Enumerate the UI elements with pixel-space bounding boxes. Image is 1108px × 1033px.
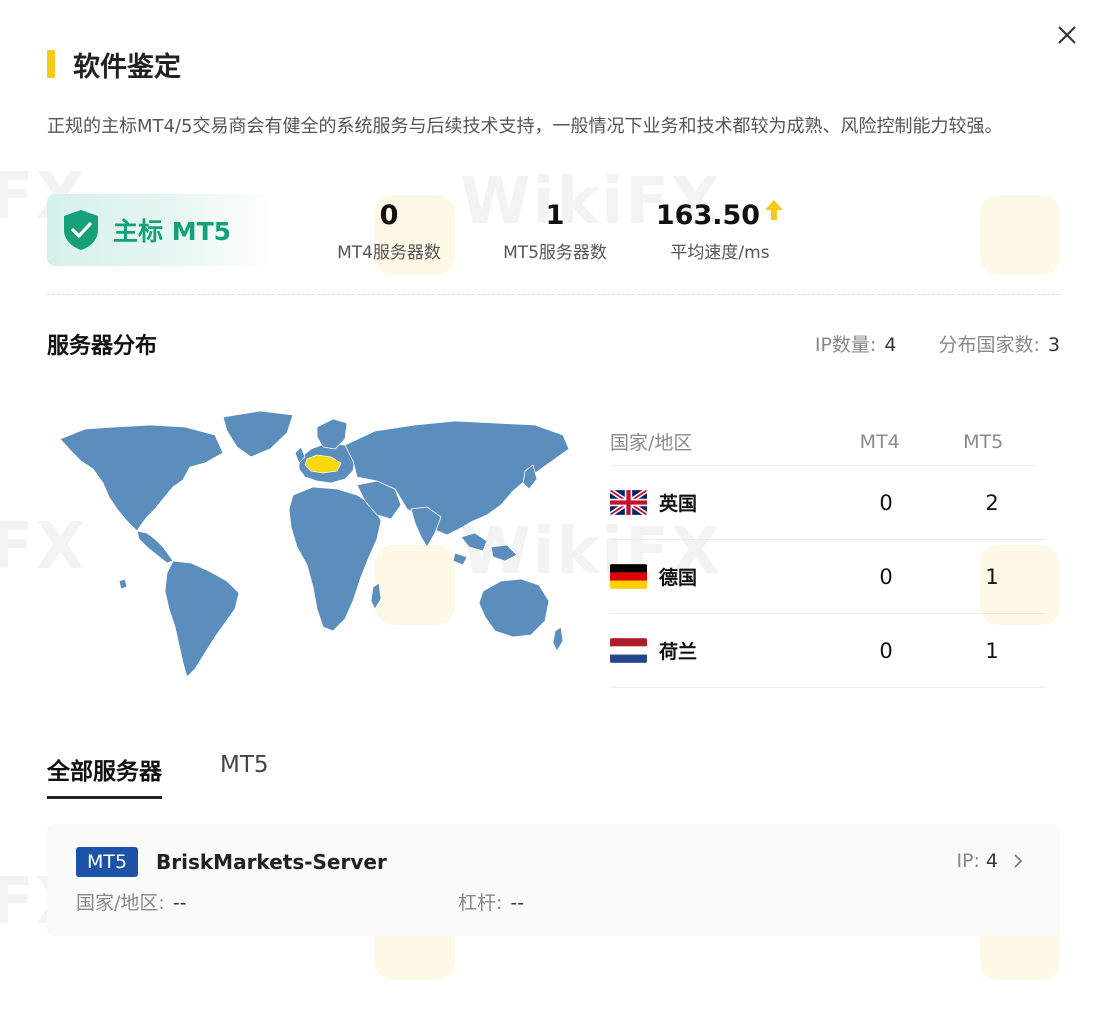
badge-label: 主标 MT5 xyxy=(113,217,232,246)
header-mt5: MT5 xyxy=(963,430,1004,453)
germany-flag-icon xyxy=(610,564,647,589)
country-count-value: 3 xyxy=(1047,334,1060,356)
world-map[interactable] xyxy=(55,405,575,680)
country-name: 英国 xyxy=(659,493,698,515)
netherlands-flag-icon xyxy=(610,638,647,663)
stat-label: MT5服务器数 xyxy=(503,243,607,263)
country-count-label: 分布国家数: xyxy=(938,334,1040,356)
map-africa xyxy=(288,486,382,632)
stat-value-row: 163.50 xyxy=(645,198,795,234)
table-row: 英国 0 2 xyxy=(610,466,1046,540)
table-header: 国家/地区 MT4 MT5 xyxy=(610,418,1036,466)
header-mt4: MT4 xyxy=(859,430,900,453)
stat-label: 平均速度/ms xyxy=(670,243,770,263)
table-row: 荷兰 0 1 xyxy=(610,614,1046,688)
mt5-count: 2 xyxy=(985,490,999,515)
uk-flag-icon xyxy=(610,490,647,515)
close-button[interactable] xyxy=(1052,20,1082,50)
table-row: 德国 0 1 xyxy=(610,540,1046,614)
stat-average-speed: 163.50 平均速度/ms xyxy=(645,198,795,263)
distribution-summary: IP数量: 4 分布国家数: 3 xyxy=(815,330,1060,357)
map-southeast-asia xyxy=(452,532,518,566)
mt4-count: 0 xyxy=(879,490,893,515)
ip-value: 4 xyxy=(985,850,998,872)
stat-value: 163.50 xyxy=(655,200,761,231)
dialog-title: 软件鉴定 xyxy=(73,51,181,83)
section-divider xyxy=(47,294,1060,295)
map-south-america xyxy=(164,560,240,678)
country-name: 荷兰 xyxy=(659,641,698,663)
stat-mt4-servers: 0 MT4服务器数 xyxy=(314,198,464,263)
close-icon xyxy=(1058,26,1076,44)
shield-check-icon xyxy=(64,210,98,250)
map-australia xyxy=(478,578,550,638)
leverage-label: 杠杆: xyxy=(458,892,503,914)
ip-count-value: 4 xyxy=(884,334,897,356)
ip-count-label: IP数量: xyxy=(814,334,877,356)
country-label: 国家/地区: xyxy=(76,892,165,914)
stat-label: MT4服务器数 xyxy=(337,243,441,263)
watermark-logo-icon xyxy=(980,195,1060,275)
server-card[interactable]: MT5 BriskMarkets-Server IP: 4 国家/地区: -- 杠… xyxy=(47,824,1060,936)
map-madagascar xyxy=(370,582,382,610)
arrow-up-icon xyxy=(765,200,784,220)
stat-value: 1 xyxy=(545,200,565,231)
mt4-count: 0 xyxy=(879,564,893,589)
server-country-table: 国家/地区 MT4 MT5 英国 0 2 德国 0 1 荷兰 0 1 xyxy=(610,418,1046,688)
distribution-title: 服务器分布 xyxy=(47,334,158,359)
stat-value: 0 xyxy=(379,200,399,231)
software-badge: 主标 MT5 xyxy=(47,194,275,266)
server-country: 国家/地区: -- xyxy=(76,888,187,915)
title-accent-bar xyxy=(47,50,55,78)
dialog-description: 正规的主标MT4/5交易商会有健全的系统服务与后续技术支持，一般情况下业务和技术… xyxy=(47,116,1003,137)
mt5-count: 1 xyxy=(985,638,999,663)
map-north-america xyxy=(59,424,224,532)
map-islands xyxy=(118,578,128,590)
mt5-count: 1 xyxy=(985,564,999,589)
map-central-america xyxy=(136,530,174,564)
country-name: 德国 xyxy=(659,567,698,589)
country-value: -- xyxy=(172,892,187,914)
leverage-value: -- xyxy=(510,892,525,914)
chevron-right-icon xyxy=(1014,854,1023,868)
dialog-header: 软件鉴定 xyxy=(47,44,181,84)
tab-all-servers[interactable]: 全部服务器 xyxy=(47,752,162,799)
stat-mt5-servers: 1 MT5服务器数 xyxy=(480,198,630,263)
server-leverage: 杠杆: -- xyxy=(458,888,524,915)
map-new-zealand xyxy=(552,626,564,652)
mt4-count: 0 xyxy=(879,638,893,663)
platform-tag: MT5 xyxy=(76,847,139,877)
tab-mt5[interactable]: MT5 xyxy=(220,752,269,798)
header-country: 国家/地区 xyxy=(610,432,693,454)
server-tabs: 全部服务器 MT5 xyxy=(47,752,327,800)
ip-label: IP: xyxy=(956,850,980,872)
server-ip-link[interactable]: IP: 4 xyxy=(956,850,1028,872)
server-name: BriskMarkets-Server xyxy=(156,850,387,874)
map-greenland xyxy=(222,410,294,458)
